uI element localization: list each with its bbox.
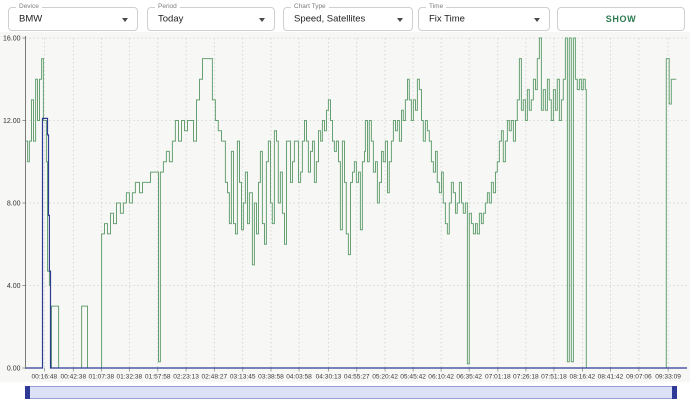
x-tick-label: 03:13:45 (230, 374, 256, 381)
time-select-value: Fix Time (429, 14, 465, 25)
time-select-label: Time (426, 3, 446, 11)
chart-type-select-value: Speed, Satellites (294, 14, 365, 25)
x-tick-label: 09:07:06 (626, 374, 652, 381)
x-tick-label: 09:33:09 (655, 374, 681, 381)
x-tick-label: 04:03:58 (286, 374, 312, 381)
x-tick-label: 03:38:58 (258, 374, 284, 381)
x-tick-label: 08:16:42 (570, 374, 596, 381)
y-tick-label: 0.00 (7, 365, 21, 372)
time-select[interactable]: Time Fix Time (418, 7, 550, 31)
time-range-scrollbar[interactable] (25, 386, 677, 399)
x-tick-label: 08:41:42 (598, 374, 624, 381)
gps-chart-page: Device BMW Period Today Chart Type Speed… (0, 0, 690, 401)
x-tick-label: 05:45:42 (400, 374, 426, 381)
chevron-down-icon (122, 18, 128, 22)
x-tick-label: 00:16:48 (31, 374, 57, 381)
chevron-down-icon (397, 18, 403, 22)
x-tick-label: 01:32:38 (117, 374, 143, 381)
x-tick-label: 01:07:38 (88, 374, 114, 381)
scrollbar-handle-left[interactable] (25, 386, 30, 399)
toolbar: Device BMW Period Today Chart Type Speed… (0, 0, 690, 34)
x-tick-label: 00:42:38 (60, 374, 86, 381)
y-tick-label: 4.00 (7, 283, 21, 290)
x-tick-label: 07:01:18 (485, 374, 511, 381)
chart-type-select[interactable]: Chart Type Speed, Satellites (283, 7, 413, 31)
chart: 00:16:4800:42:3801:07:3801:32:3801:57:58… (0, 0, 690, 401)
x-tick-label: 04:55:27 (344, 374, 370, 381)
x-tick-label: 04:30:13 (316, 374, 342, 381)
period-select[interactable]: Period Today (147, 7, 275, 31)
device-select-value: BMW (19, 14, 42, 25)
device-select-label: Device (16, 3, 42, 11)
x-tick-label: 05:20:42 (372, 374, 398, 381)
show-button[interactable]: SHOW (557, 7, 685, 31)
speed-line (26, 118, 688, 368)
x-tick-label: 07:26:18 (513, 374, 539, 381)
x-tick-label: 06:10:42 (428, 374, 454, 381)
x-tick-label: 01:57:58 (145, 374, 171, 381)
scrollbar-handle-right[interactable] (672, 386, 677, 399)
x-tick-label: 02:48:27 (202, 374, 228, 381)
y-tick-label: 12.00 (3, 118, 21, 125)
chevron-down-icon (534, 18, 540, 22)
period-select-value: Today (158, 14, 183, 25)
x-tick-label: 02:23:13 (173, 374, 199, 381)
x-tick-label: 06:35:42 (456, 374, 482, 381)
chevron-down-icon (259, 18, 265, 22)
device-select[interactable]: Device BMW (8, 7, 138, 31)
y-tick-label: 16.00 (3, 35, 21, 42)
chart-type-select-label: Chart Type (291, 3, 329, 11)
period-select-label: Period (155, 3, 180, 11)
x-tick-label: 07:51:18 (541, 374, 567, 381)
y-tick-label: 8.00 (7, 200, 21, 207)
